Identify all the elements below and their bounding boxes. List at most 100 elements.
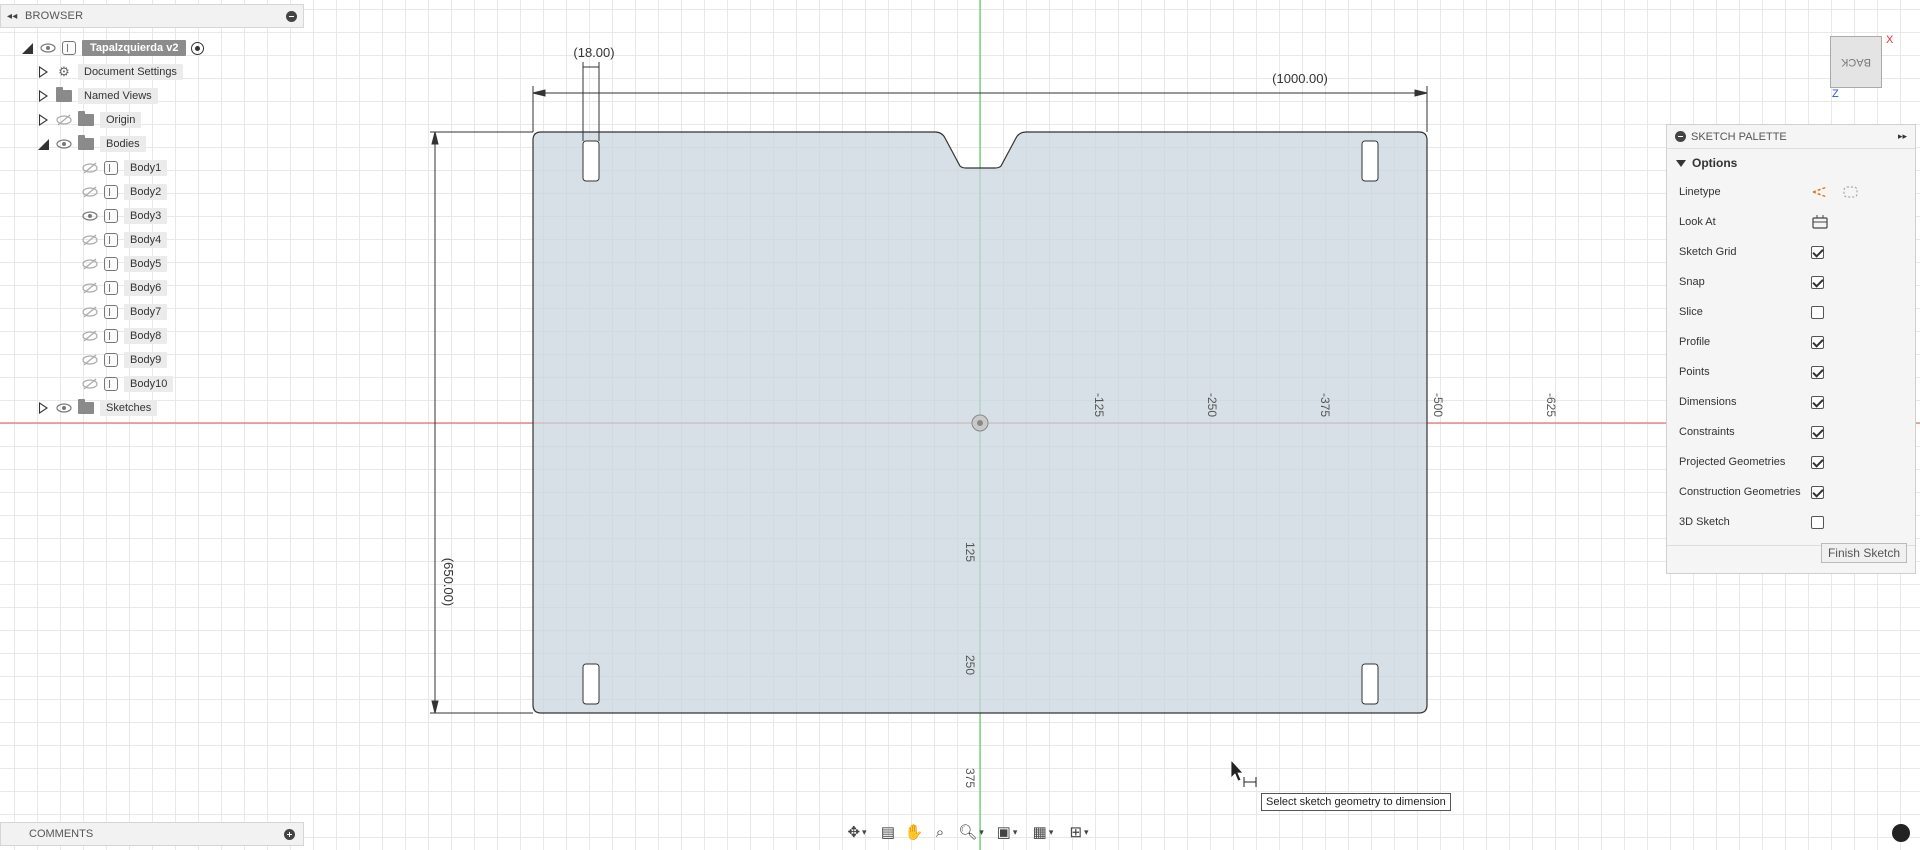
component-icon — [62, 41, 76, 55]
expand-icon[interactable] — [36, 401, 50, 415]
display-settings-icon[interactable]: ▣ — [990, 821, 1024, 843]
tree-item-label[interactable]: Body9 — [124, 352, 168, 368]
tree-item-body[interactable]: Body3 — [76, 206, 168, 226]
slot-bottom-right[interactable] — [1361, 663, 1379, 705]
tree-item-body[interactable]: Body7 — [76, 302, 168, 322]
height-dimension-label[interactable]: (650.00) — [441, 558, 456, 606]
tree-item-body[interactable]: Body8 — [76, 326, 168, 346]
orbit-icon[interactable]: ✥ — [840, 821, 874, 843]
mouse-cursor — [1230, 758, 1257, 787]
viewcube[interactable]: BACK X Z — [1826, 30, 1896, 100]
eye-hidden-icon[interactable] — [82, 354, 98, 366]
eye-icon[interactable] — [56, 402, 72, 414]
profile-checkbox[interactable] — [1811, 335, 1824, 349]
tree-item-body[interactable]: Body9 — [76, 350, 168, 370]
tree-item-label[interactable]: Origin — [100, 112, 142, 128]
pan-icon[interactable]: ✋ — [902, 821, 926, 843]
tree-item-label[interactable]: Body1 — [124, 160, 168, 176]
eye-icon[interactable] — [40, 42, 56, 54]
slice-checkbox[interactable] — [1811, 305, 1824, 319]
eye-hidden-icon[interactable] — [82, 186, 98, 198]
tree-item-body[interactable]: Body1 — [76, 158, 168, 178]
options-section-header[interactable]: Options — [1667, 149, 1915, 177]
expand-icon[interactable] — [36, 65, 50, 79]
slot-width-dimension[interactable] — [582, 62, 600, 141]
comments-panel[interactable]: COMMENTS — [0, 822, 304, 846]
eye-hidden-icon[interactable] — [82, 282, 98, 294]
dimensions-checkbox[interactable] — [1811, 395, 1824, 409]
tree-root[interactable]: Tapalzquierda v2 — [20, 38, 205, 58]
projected-geometries-checkbox[interactable] — [1811, 455, 1824, 469]
tree-item-label[interactable]: Body2 — [124, 184, 168, 200]
tree-item-label[interactable]: Bodies — [100, 136, 146, 152]
tree-item-label[interactable]: Body3 — [124, 208, 168, 224]
tree-item-sketches[interactable]: Sketches — [36, 398, 158, 418]
tree-item-label[interactable]: Document Settings — [78, 64, 183, 80]
expand-icon[interactable] — [36, 113, 50, 127]
slot-bottom-left[interactable] — [582, 663, 600, 705]
points-checkbox[interactable] — [1811, 365, 1824, 379]
eye-hidden-icon[interactable] — [82, 378, 98, 390]
tree-item-body[interactable]: Body4 — [76, 230, 168, 250]
grid-settings-icon[interactable]: ▦ — [1026, 821, 1060, 843]
eye-hidden-icon[interactable] — [56, 114, 72, 126]
centerline-linetype-icon[interactable] — [1841, 184, 1861, 200]
zoom-window-icon[interactable]: 🔍︎ — [954, 821, 988, 843]
tree-item-body[interactable]: Body6 — [76, 278, 168, 298]
tree-item-label[interactable]: Body4 — [124, 232, 168, 248]
tree-item-body[interactable]: Body5 — [76, 254, 168, 274]
tree-item-label[interactable]: Body6 — [124, 280, 168, 296]
finish-sketch-button[interactable]: Finish Sketch — [1820, 543, 1907, 563]
3d-sketch-checkbox[interactable] — [1811, 515, 1824, 529]
construction-linetype-icon[interactable] — [1811, 184, 1831, 200]
eye-icon[interactable] — [56, 138, 72, 150]
expand-open-icon[interactable] — [20, 41, 34, 55]
add-comment-icon[interactable] — [284, 828, 295, 840]
constraints-checkbox[interactable] — [1811, 425, 1824, 439]
eye-hidden-icon[interactable] — [82, 330, 98, 342]
eye-hidden-icon[interactable] — [82, 306, 98, 318]
expand-palette-icon[interactable]: ▸▸ — [1898, 131, 1907, 142]
slot-top-right[interactable] — [1361, 140, 1379, 182]
origin-point[interactable] — [971, 414, 989, 432]
tree-item-body[interactable]: Body10 — [76, 374, 174, 394]
tree-item-label[interactable]: Body8 — [124, 328, 168, 344]
width-dimension-label[interactable]: (1000.00) — [1272, 71, 1328, 86]
viewcube-face-label: BACK — [1841, 56, 1871, 68]
tree-item-label[interactable]: Body5 — [124, 256, 168, 272]
tree-item-label[interactable]: Body7 — [124, 304, 168, 320]
tree-item-named-views[interactable]: Named Views — [36, 86, 158, 106]
zoom-icon[interactable]: ⌕ — [928, 821, 952, 843]
expand-open-icon[interactable] — [36, 137, 50, 151]
viewcube-face[interactable]: BACK — [1830, 36, 1882, 88]
viewports-icon[interactable]: ⊞ — [1062, 821, 1096, 843]
activate-radio-icon[interactable] — [191, 41, 205, 55]
sketch-grid-checkbox[interactable] — [1811, 245, 1824, 259]
eye-hidden-icon[interactable] — [82, 234, 98, 246]
tree-item-label[interactable]: Sketches — [100, 400, 158, 416]
look-at-toolbar-icon[interactable]: ▤ — [876, 821, 900, 843]
minimize-icon[interactable] — [286, 10, 297, 22]
sketch-canvas[interactable]: (1000.00) (18.00) (650.00) -125 -250 -37… — [0, 0, 1920, 850]
construction-geometries-checkbox[interactable] — [1811, 485, 1824, 499]
gear-icon: ⚙ — [58, 64, 70, 79]
eye-icon[interactable] — [82, 210, 98, 222]
snap-checkbox[interactable] — [1811, 275, 1824, 289]
look-at-icon[interactable] — [1811, 214, 1829, 230]
tree-item-bodies[interactable]: Bodies — [36, 134, 146, 154]
minimize-icon[interactable] — [1675, 131, 1686, 142]
slot-top-left[interactable] — [582, 140, 600, 182]
collapse-panel-icon[interactable]: ◂◂ — [7, 11, 25, 22]
app-menu-icon[interactable] — [1892, 824, 1910, 842]
tree-item-document-settings[interactable]: ⚙ Document Settings — [36, 62, 183, 82]
tree-item-label[interactable]: Named Views — [78, 88, 158, 104]
collapse-section-icon[interactable] — [1676, 159, 1686, 167]
eye-hidden-icon[interactable] — [82, 258, 98, 270]
expand-icon[interactable] — [36, 89, 50, 103]
tree-item-origin[interactable]: Origin — [36, 110, 142, 130]
slot-width-dimension-label[interactable]: (18.00) — [573, 45, 614, 60]
tree-item-body[interactable]: Body2 — [76, 182, 168, 202]
eye-hidden-icon[interactable] — [82, 162, 98, 174]
tree-root-label[interactable]: Tapalzquierda v2 — [82, 40, 187, 56]
tree-item-label[interactable]: Body10 — [124, 376, 174, 392]
